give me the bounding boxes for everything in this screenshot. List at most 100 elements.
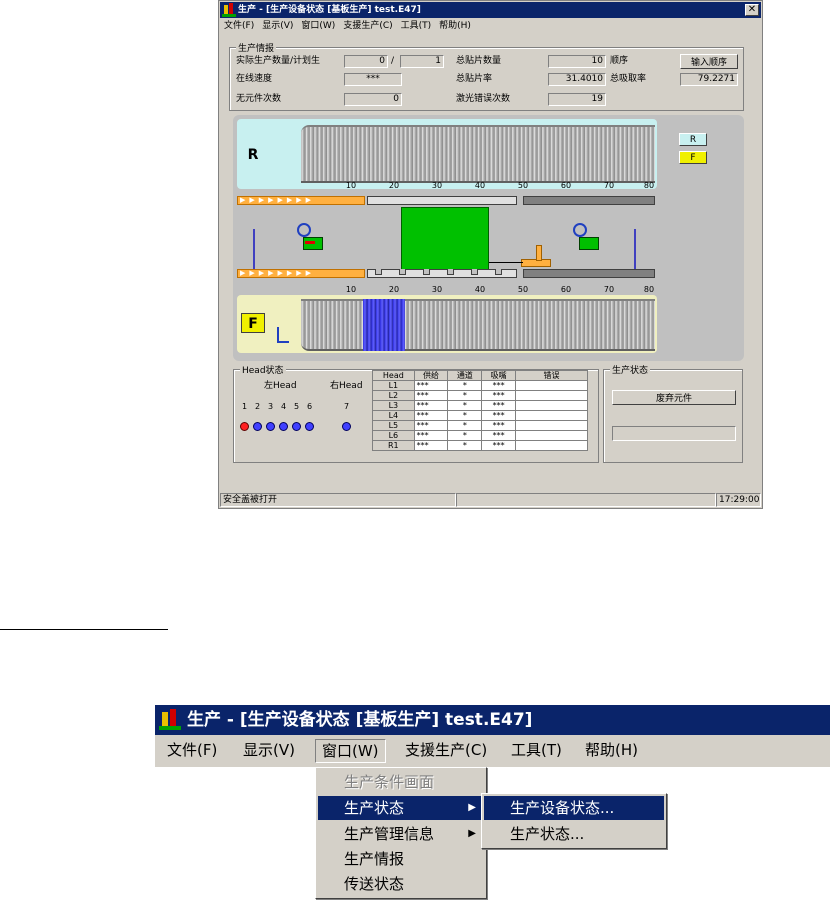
rear-tick-80: 80 bbox=[643, 181, 655, 190]
menu-view[interactable]: 显示(V) bbox=[258, 19, 297, 34]
front-tick-10: 10 bbox=[345, 285, 357, 294]
production-state-message bbox=[612, 426, 736, 441]
production-info-group: 生产情报 实际生产数量/计划生 0 / 1 总贴片数量 10 顺序 输入顺序 在… bbox=[229, 41, 744, 111]
machine-diagram: R 10 20 30 40 50 60 70 80 R F ▶▶▶▶▶▶▶▶ ▶… bbox=[233, 115, 744, 361]
col-lane: 通道 bbox=[447, 370, 483, 381]
rear-tick-10: 10 bbox=[345, 181, 357, 190]
close-button[interactable]: ✕ bbox=[745, 4, 759, 16]
head-number: 2 bbox=[255, 402, 261, 411]
front-tick-60: 60 bbox=[560, 285, 572, 294]
left-camera-icon bbox=[297, 223, 311, 237]
input-order-button[interactable]: 输入顺序 bbox=[680, 54, 738, 69]
col-nozzle: 吸嘴 bbox=[481, 370, 516, 381]
head-1-indicator bbox=[240, 422, 249, 431]
production-info-title: 生产情报 bbox=[236, 41, 277, 54]
lower-conveyor: ▶▶▶▶▶▶▶▶ bbox=[237, 269, 365, 278]
head-3-indicator bbox=[266, 422, 275, 431]
front-tick-70: 70 bbox=[603, 285, 615, 294]
front-tick-80: 80 bbox=[643, 285, 655, 294]
left-guide-post bbox=[253, 229, 255, 269]
table-row[interactable]: L5 *** * *** bbox=[372, 420, 588, 431]
front-tick-50: 50 bbox=[517, 285, 529, 294]
right-camera-icon bbox=[573, 223, 587, 237]
table-row[interactable]: L2 *** * *** bbox=[372, 390, 588, 401]
menu-item-production-info[interactable]: 生产情报 bbox=[318, 847, 484, 871]
menu-help[interactable]: 帮助(H) bbox=[579, 739, 644, 763]
plan-count-field: 1 bbox=[400, 55, 444, 68]
head-5-indicator bbox=[292, 422, 301, 431]
active-feeders[interactable] bbox=[363, 299, 405, 351]
head-2-indicator bbox=[253, 422, 262, 431]
lower-rail-slot bbox=[375, 269, 382, 275]
menu-file[interactable]: 文件(F) bbox=[161, 739, 223, 763]
table-row[interactable]: L6 *** * *** bbox=[372, 430, 588, 441]
order-label: 顺序 bbox=[610, 56, 629, 66]
menu-item-production-status[interactable]: 生产状态 ▶ bbox=[318, 796, 484, 820]
left-nozzle-marker bbox=[305, 241, 315, 244]
status-time: 17:29:00 bbox=[716, 493, 761, 507]
head-number: 3 bbox=[268, 402, 274, 411]
rear-feeder-bank[interactable] bbox=[301, 125, 655, 183]
menu-item-production-management[interactable]: 生产管理信息 ▶ bbox=[318, 822, 484, 846]
transfer-line bbox=[489, 262, 523, 263]
front-head-icon bbox=[277, 327, 289, 343]
table-row[interactable]: L3 *** * *** bbox=[372, 400, 588, 411]
zoomed-menu-screenshot: 生产 - [生产设备状态 [基板生产] test.E47] 文件(F) 显示(V… bbox=[155, 705, 830, 902]
table-row[interactable]: L1 *** * *** bbox=[372, 380, 588, 391]
menu-support[interactable]: 支援生产(C) bbox=[339, 19, 396, 34]
front-tick-20: 20 bbox=[388, 285, 400, 294]
discard-parts-button[interactable]: 废弃元件 bbox=[612, 390, 736, 405]
menu-tools[interactable]: 工具(T) bbox=[397, 19, 436, 34]
head-6-indicator bbox=[305, 422, 314, 431]
upper-rail-left bbox=[367, 196, 517, 205]
submenu-item-equipment-status[interactable]: 生产设备状态... bbox=[484, 796, 664, 820]
menu-view[interactable]: 显示(V) bbox=[237, 739, 301, 763]
submenu-arrow-icon: ▶ bbox=[468, 802, 476, 813]
menu-window[interactable]: 窗口(W) bbox=[297, 19, 339, 34]
rear-tick-30: 30 bbox=[431, 181, 443, 190]
menu-item-production-conditions[interactable]: 生产条件画面 bbox=[318, 770, 484, 794]
front-tick-30: 30 bbox=[431, 285, 443, 294]
production-state-group: 生产状态 废弃元件 bbox=[603, 363, 743, 463]
submenu-arrow-icon: ▶ bbox=[468, 828, 476, 839]
pickup-rate-label: 总吸取率 bbox=[610, 74, 647, 84]
actual-count-field: 0 bbox=[344, 55, 388, 68]
front-feeder-bank[interactable] bbox=[301, 299, 655, 351]
window-title: 生产 - [生产设备状态 [基板生产] test.E47] bbox=[238, 5, 421, 15]
table-row[interactable]: R1 *** * *** bbox=[372, 440, 588, 451]
pcb-board[interactable] bbox=[401, 207, 489, 277]
total-mount-label: 总贴片数量 bbox=[456, 56, 502, 66]
menu-help[interactable]: 帮助(H) bbox=[435, 19, 475, 34]
rear-tick-50: 50 bbox=[517, 181, 529, 190]
no-part-label: 无元件次数 bbox=[236, 94, 282, 104]
lower-rail-slot bbox=[447, 269, 454, 275]
head-7-indicator bbox=[342, 422, 351, 431]
table-row[interactable]: L4 *** * *** bbox=[372, 410, 588, 421]
col-supply: 供给 bbox=[413, 370, 449, 381]
upper-conveyor: ▶▶▶▶▶▶▶▶ bbox=[237, 196, 365, 205]
head-number: 5 bbox=[294, 402, 300, 411]
zoom-titlebar[interactable]: 生产 - [生产设备状态 [基板生产] test.E47] bbox=[155, 705, 830, 735]
menu-support[interactable]: 支援生产(C) bbox=[399, 739, 493, 763]
legend-front: F bbox=[679, 151, 707, 164]
zoom-window-title: 生产 - [生产设备状态 [基板生产] test.E47] bbox=[187, 710, 533, 730]
menu-tools[interactable]: 工具(T) bbox=[505, 739, 568, 763]
menu-file[interactable]: 文件(F) bbox=[220, 19, 258, 34]
total-mount-field: 10 bbox=[548, 55, 606, 68]
pickup-rate-field: 79.2271 bbox=[680, 73, 738, 86]
menu-window[interactable]: 窗口(W) bbox=[315, 739, 386, 763]
window-menu-dropdown: 生产条件画面 生产状态 ▶ 生产管理信息 ▶ 生产情报 传送状态 bbox=[315, 767, 487, 899]
head-status-title: Head状态 bbox=[240, 363, 286, 376]
menu-item-transfer-status[interactable]: 传送状态 bbox=[318, 872, 484, 896]
legend-rear: R bbox=[679, 133, 707, 146]
line-speed-field: *** bbox=[344, 73, 402, 86]
submenu-item-production-status[interactable]: 生产状态... bbox=[484, 822, 664, 846]
mount-rate-label: 总贴片率 bbox=[456, 74, 493, 84]
app-icon bbox=[222, 3, 236, 17]
head-number: 7 bbox=[344, 402, 350, 411]
left-head-label: 左Head bbox=[264, 381, 297, 391]
window-titlebar[interactable]: 生产 - [生产设备状态 [基板生产] test.E47] ✕ bbox=[220, 2, 761, 18]
head-number: 4 bbox=[281, 402, 287, 411]
lower-rail-slot bbox=[399, 269, 406, 275]
col-head: Head bbox=[372, 370, 415, 381]
